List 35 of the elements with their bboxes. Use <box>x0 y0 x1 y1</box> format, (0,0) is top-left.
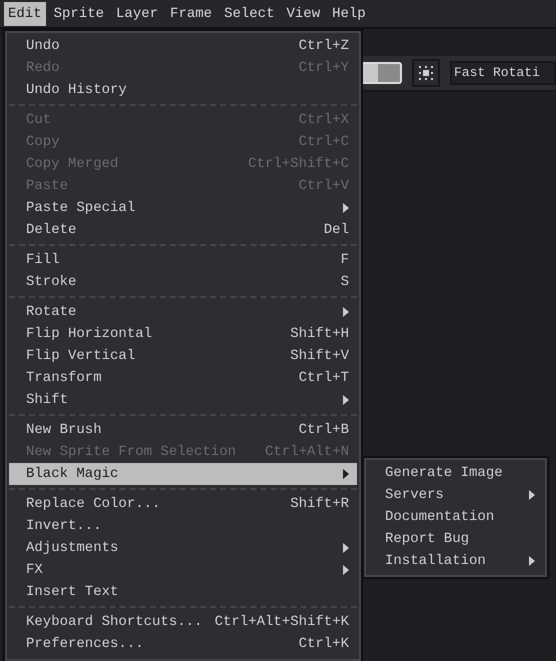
menu-item[interactable]: Fill F <box>9 249 357 271</box>
menu-item[interactable]: Transform Ctrl+T <box>9 367 357 389</box>
menu-item[interactable]: Delete Del <box>9 219 357 241</box>
menu-bar-item[interactable]: Edit <box>4 2 46 26</box>
menu-item[interactable]: Invert... <box>9 515 357 537</box>
menu-item[interactable]: FX <box>9 559 357 581</box>
menu-item[interactable]: Generate Image <box>368 462 543 484</box>
menu-item[interactable]: Insert Text <box>9 581 357 603</box>
menu-item[interactable]: Undo Ctrl+Z <box>9 35 357 57</box>
menu-bar-item[interactable]: Frame <box>166 2 216 26</box>
menu-item[interactable]: Preferences... Ctrl+K <box>9 633 357 655</box>
menu-item[interactable]: Black Magic <box>9 463 357 485</box>
menu-item[interactable]: Report Bug <box>368 528 543 550</box>
menu-item[interactable]: Replace Color... Shift+R <box>9 493 357 515</box>
grid-button[interactable] <box>412 59 440 87</box>
menu-item[interactable]: Documentation <box>368 506 543 528</box>
menu-bar-item[interactable]: Sprite <box>50 2 108 26</box>
rotation-dropdown[interactable]: Fast Rotati <box>450 61 556 85</box>
menu-bar-item[interactable]: Select <box>220 2 278 26</box>
menu-item[interactable]: Installation <box>368 550 543 572</box>
menu-bar-item[interactable]: View <box>282 2 324 26</box>
menu-item[interactable]: Flip Horizontal Shift+H <box>9 323 357 345</box>
menu-bar-item[interactable]: Help <box>328 2 370 26</box>
menu-item[interactable]: Servers <box>368 484 543 506</box>
grid-icon <box>418 65 434 81</box>
menu-item[interactable]: Rotate <box>9 301 357 323</box>
menu-bar-item[interactable]: Layer <box>112 2 162 26</box>
menu-item[interactable]: Shift <box>9 389 357 411</box>
menu-item[interactable]: Undo History <box>9 79 357 101</box>
menu-item[interactable]: Paste Special <box>9 197 357 219</box>
menu-item[interactable]: Stroke S <box>9 271 357 293</box>
menu-item[interactable]: Flip Vertical Shift+V <box>9 345 357 367</box>
menu-item[interactable]: New Brush Ctrl+B <box>9 419 357 441</box>
menu-item[interactable]: Adjustments <box>9 537 357 559</box>
menu-item[interactable]: Keyboard Shortcuts... Ctrl+Alt+Shift+K <box>9 611 357 633</box>
